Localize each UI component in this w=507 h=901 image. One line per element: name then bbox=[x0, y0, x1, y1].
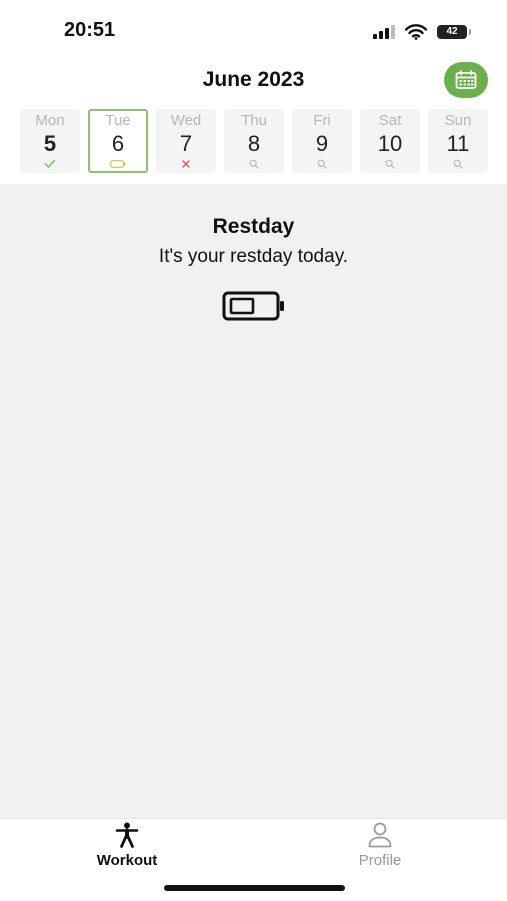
wifi-icon bbox=[405, 24, 427, 40]
day-mon[interactable]: Mon 5 bbox=[20, 109, 80, 173]
profile-icon bbox=[368, 822, 392, 848]
day-number: 10 bbox=[377, 131, 403, 156]
battery-icon: 42 bbox=[437, 25, 471, 39]
day-fri[interactable]: Fri 9 bbox=[292, 109, 352, 173]
magnifier-icon bbox=[385, 159, 395, 169]
day-number: 9 bbox=[315, 131, 329, 156]
tab-profile[interactable]: Profile bbox=[305, 819, 455, 879]
tab-workout[interactable]: Workout bbox=[52, 819, 202, 879]
tab-label: Profile bbox=[358, 852, 402, 869]
day-number: 7 bbox=[179, 131, 193, 156]
day-sat[interactable]: Sat 10 bbox=[360, 109, 420, 173]
restday-content: Restday It's your restday today. bbox=[0, 184, 507, 818]
day-number: 11 bbox=[446, 131, 470, 156]
tab-label: Workout bbox=[96, 852, 158, 869]
day-name: Wed bbox=[170, 112, 202, 129]
status-bar: 20:51 42 bbox=[0, 0, 507, 60]
day-thu[interactable]: Thu 8 bbox=[224, 109, 284, 173]
status-time: 20:51 bbox=[64, 19, 116, 41]
home-indicator bbox=[164, 885, 345, 891]
day-name: Sat bbox=[378, 112, 402, 129]
restday-subtitle: It's your restday today. bbox=[158, 246, 349, 267]
day-name: Thu bbox=[241, 112, 267, 129]
battery-level: 42 bbox=[446, 26, 458, 37]
day-name: Mon bbox=[35, 112, 65, 129]
magnifier-icon bbox=[317, 159, 327, 169]
cellular-signal-icon bbox=[373, 25, 395, 39]
magnifier-icon bbox=[453, 159, 463, 169]
day-name: Tue bbox=[105, 112, 131, 129]
person-figure-icon bbox=[115, 822, 139, 848]
day-number: 6 bbox=[111, 131, 125, 156]
calendar-button[interactable] bbox=[444, 62, 488, 98]
restday-title: Restday bbox=[212, 215, 295, 238]
header: June 2023 bbox=[0, 60, 507, 102]
month-title: June 2023 bbox=[202, 68, 305, 91]
week-day-strip: Mon 5 Tue 6 Wed 7 Thu 8 Fri 9 Sat 10 Sun… bbox=[20, 109, 488, 173]
day-name: Fri bbox=[313, 112, 331, 129]
magnifier-icon bbox=[249, 159, 259, 169]
calendar-icon bbox=[455, 70, 477, 89]
battery-icon bbox=[110, 160, 126, 168]
day-name: Sun bbox=[444, 112, 472, 129]
day-sun[interactable]: Sun 11 bbox=[428, 109, 488, 173]
day-number: 5 bbox=[43, 131, 57, 156]
day-wed[interactable]: Wed 7 bbox=[156, 109, 216, 173]
checkmark-icon bbox=[44, 159, 56, 168]
day-number: 8 bbox=[247, 131, 261, 156]
battery-icon bbox=[222, 291, 284, 321]
day-tue-selected[interactable]: Tue 6 bbox=[88, 109, 148, 173]
status-icons: 42 bbox=[373, 20, 471, 44]
cross-icon bbox=[182, 160, 190, 168]
